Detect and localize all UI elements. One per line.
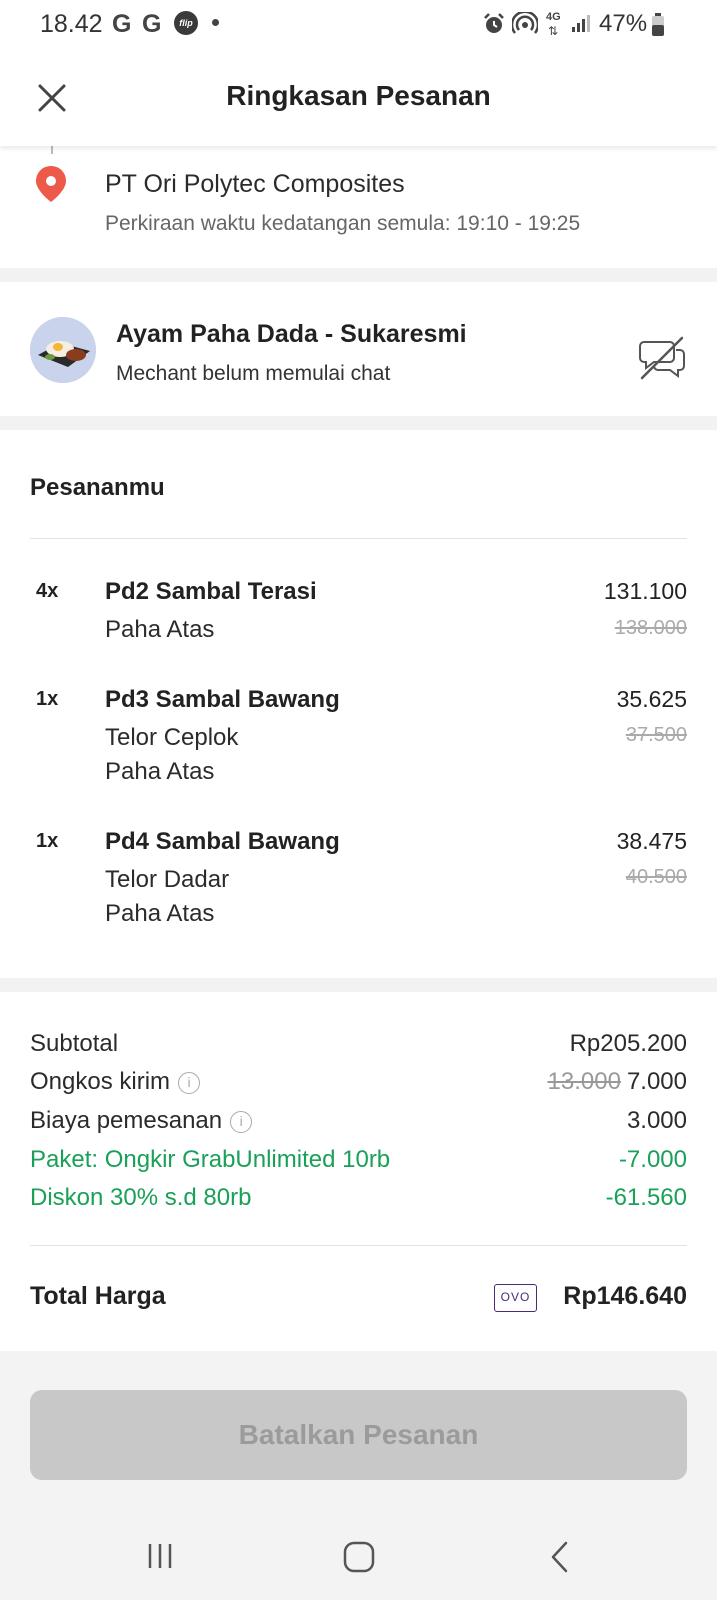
- info-icon[interactable]: i: [178, 1071, 201, 1094]
- hotspot-icon: [512, 12, 538, 34]
- item-quantity: 1x: [36, 830, 59, 852]
- promo-discount-label: Diskon 30% s.d 80rb: [30, 1184, 252, 1211]
- flip-notification-icon: flip: [174, 11, 198, 35]
- item-price: 35.625: [616, 686, 687, 712]
- estimated-arrival: Perkiraan waktu kedatangan semula: 19:10…: [105, 212, 581, 235]
- delivery-fee-value-row: 13.000 7.000: [548, 1068, 687, 1096]
- merchant-avatar: [30, 317, 96, 383]
- item-original-price: 40.500: [625, 866, 687, 888]
- battery-icon: [652, 13, 664, 36]
- merchant-name: Ayam Paha Dada - Sukaresmi: [116, 320, 467, 348]
- total-label: Total Harga: [30, 1282, 166, 1310]
- item-option: Paha Atas: [105, 616, 215, 643]
- section-divider: [0, 416, 717, 430]
- merchant-chat-status: Mechant belum memulai chat: [116, 362, 391, 385]
- section-divider: [0, 978, 717, 992]
- section-divider: [0, 268, 717, 282]
- item-option: Paha Atas: [105, 758, 215, 785]
- page-title: Ringkasan Pesanan: [226, 80, 491, 111]
- top-app-bar: Ringkasan Pesanan: [0, 50, 717, 146]
- ovo-payment-icon: OVO: [494, 1284, 537, 1312]
- package-discount-label: Paket: Ongkir GrabUnlimited 10rb: [30, 1146, 391, 1173]
- google-notification-icon: G: [112, 10, 132, 38]
- delivery-location: PT Ori Polytec Composites: [105, 170, 405, 198]
- total-value: Rp146.640: [563, 1282, 687, 1310]
- signal-icon: [572, 15, 590, 32]
- divider: [30, 1245, 687, 1246]
- item-price: 131.100: [603, 578, 687, 604]
- promo-discount-value: -61.560: [605, 1184, 687, 1211]
- chat-disabled-icon[interactable]: [638, 334, 686, 382]
- location-pin-icon: [36, 166, 66, 202]
- home-icon[interactable]: [342, 1540, 376, 1574]
- info-icon[interactable]: i: [230, 1110, 253, 1133]
- google-notification-icon: G: [142, 10, 162, 38]
- cancel-order-button[interactable]: Batalkan Pesanan: [30, 1390, 687, 1480]
- delivery-fee-value: 7.000: [626, 1068, 687, 1095]
- order-fee-value: 3.000: [626, 1107, 687, 1134]
- item-option: Telor Dadar: [105, 866, 230, 893]
- package-discount-value: -7.000: [618, 1146, 687, 1173]
- recent-apps-icon[interactable]: [144, 1540, 176, 1572]
- divider: [30, 538, 687, 539]
- alarm-icon: [484, 13, 504, 33]
- item-name: Pd3 Sambal Bawang: [105, 686, 340, 713]
- delivery-fee-row: Ongkos kirim i: [30, 1068, 201, 1096]
- delivery-fee-label: Ongkos kirim: [30, 1068, 171, 1095]
- subtotal-value: Rp205.200: [569, 1030, 687, 1057]
- network-type: 4G: [546, 11, 561, 23]
- item-name: Pd2 Sambal Terasi: [105, 578, 317, 605]
- item-name: Pd4 Sambal Bawang: [105, 828, 340, 855]
- status-time: 18.42: [40, 10, 103, 38]
- delivery-fee-original: 13.000: [547, 1068, 621, 1095]
- orders-title: Pesananmu: [30, 474, 165, 501]
- status-bar: 18.42 G G flip 4G ⇅ 47%: [0, 0, 717, 50]
- back-icon[interactable]: [548, 1540, 572, 1574]
- battery-percent: 47%: [599, 10, 648, 37]
- subtotal-label: Subtotal: [30, 1030, 119, 1057]
- item-option: Telor Ceplok: [105, 724, 239, 751]
- route-line: [51, 146, 53, 154]
- item-quantity: 1x: [36, 688, 59, 710]
- data-arrows-icon: ⇅: [548, 24, 559, 38]
- item-original-price: 138.000: [614, 617, 687, 639]
- item-option: Paha Atas: [105, 900, 215, 927]
- item-original-price: 37.500: [625, 724, 687, 746]
- order-fee-label: Biaya pemesanan: [30, 1107, 223, 1134]
- order-fee-row: Biaya pemesanan i: [30, 1107, 253, 1135]
- item-quantity: 4x: [36, 580, 59, 602]
- more-notifications-dot: [212, 19, 219, 26]
- item-price: 38.475: [616, 828, 687, 854]
